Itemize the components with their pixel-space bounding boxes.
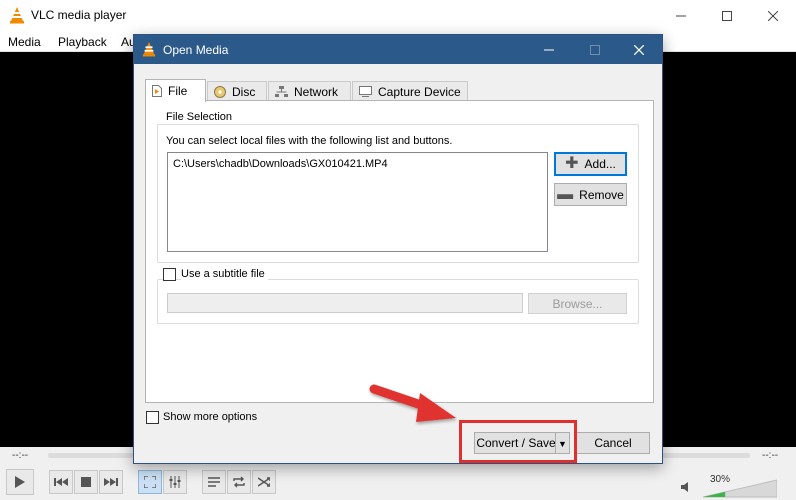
play-button[interactable]	[6, 469, 34, 495]
loop-icon	[233, 476, 245, 488]
dialog-maximize-button	[572, 35, 618, 64]
fullscreen-button[interactable]	[138, 470, 162, 494]
file-list[interactable]: C:\Users\chadb\Downloads\GX010421.MP4	[167, 152, 548, 252]
annotation-highlight-box	[459, 420, 577, 463]
tab-disc[interactable]: Disc	[207, 81, 267, 101]
stop-button[interactable]	[74, 470, 98, 494]
volume-slider[interactable]	[703, 478, 777, 498]
vlc-cone-icon	[10, 7, 24, 24]
total-time: --:--	[762, 450, 779, 461]
dialog-minimize-button[interactable]	[526, 35, 572, 64]
remove-file-label: Remove	[579, 187, 624, 202]
show-more-options-checkbox[interactable]	[146, 411, 159, 424]
annotation-arrow-icon	[369, 384, 456, 422]
add-file-label: Add...	[584, 157, 616, 171]
minimize-icon	[544, 49, 554, 50]
shuffle-icon	[258, 477, 270, 487]
close-button[interactable]	[750, 0, 796, 31]
show-more-options-label[interactable]: Show more options	[163, 411, 257, 423]
tab-capture-device[interactable]: Capture Device	[352, 81, 468, 101]
equalizer-icon	[169, 476, 181, 488]
subtitle-checkbox[interactable]	[163, 268, 176, 281]
stop-icon	[81, 477, 91, 487]
browse-button: Browse...	[528, 293, 627, 314]
tab-file-label: File	[168, 84, 188, 98]
playback-controls	[0, 464, 796, 500]
capture-device-icon	[359, 86, 372, 97]
remove-file-button[interactable]: ▬ Remove	[554, 183, 627, 206]
close-icon	[634, 44, 644, 55]
vlc-title-bar: VLC media player	[0, 0, 796, 31]
file-icon	[152, 85, 162, 97]
tab-capture-device-label: Capture Device	[378, 84, 461, 99]
next-icon	[104, 478, 118, 486]
loop-button[interactable]	[227, 470, 251, 494]
tab-disc-label: Disc	[232, 84, 256, 99]
file-selection-hint: You can select local files with the foll…	[166, 135, 453, 147]
dialog-title-bar: Open Media	[134, 35, 662, 64]
browse-label: Browse...	[552, 296, 603, 311]
subtitle-checkbox-label[interactable]: Use a subtitle file	[181, 268, 268, 280]
tab-network-label: Network	[294, 84, 339, 99]
minimize-icon	[676, 15, 686, 16]
dialog-title: Open Media	[163, 43, 229, 57]
tab-network[interactable]: Network	[268, 81, 351, 101]
cancel-label: Cancel	[594, 436, 632, 450]
maximize-icon	[722, 10, 732, 21]
maximize-icon	[590, 44, 600, 55]
speaker-icon[interactable]	[681, 482, 691, 492]
vlc-cone-icon	[142, 42, 156, 57]
next-button[interactable]	[99, 470, 123, 494]
minus-icon: ▬	[557, 185, 574, 203]
tab-file[interactable]: File	[145, 79, 206, 102]
dialog-close-button[interactable]	[616, 35, 662, 64]
extended-settings-button[interactable]	[163, 470, 187, 494]
add-file-button[interactable]: ✚ Add...	[554, 152, 627, 176]
file-list-item[interactable]: C:\Users\chadb\Downloads\GX010421.MP4	[173, 158, 388, 170]
subtitle-file-input	[167, 293, 523, 313]
fullscreen-icon	[144, 476, 156, 488]
disc-icon	[214, 85, 226, 98]
menu-media[interactable]: Media	[8, 35, 41, 49]
close-icon	[768, 10, 778, 21]
playlist-icon	[208, 477, 220, 487]
maximize-button[interactable]	[704, 0, 750, 31]
elapsed-time: --:--	[12, 450, 29, 461]
previous-button[interactable]	[49, 470, 73, 494]
file-selection-legend: File Selection	[163, 111, 236, 123]
previous-icon	[54, 478, 68, 486]
app-title: VLC media player	[31, 8, 127, 22]
shuffle-button[interactable]	[252, 470, 276, 494]
plus-icon: ✚	[565, 155, 579, 172]
cancel-button[interactable]: Cancel	[576, 432, 650, 454]
menu-playback[interactable]: Playback	[58, 35, 107, 49]
play-icon	[15, 476, 25, 488]
network-icon	[275, 86, 288, 97]
minimize-button[interactable]	[658, 0, 704, 31]
playlist-button[interactable]	[202, 470, 226, 494]
